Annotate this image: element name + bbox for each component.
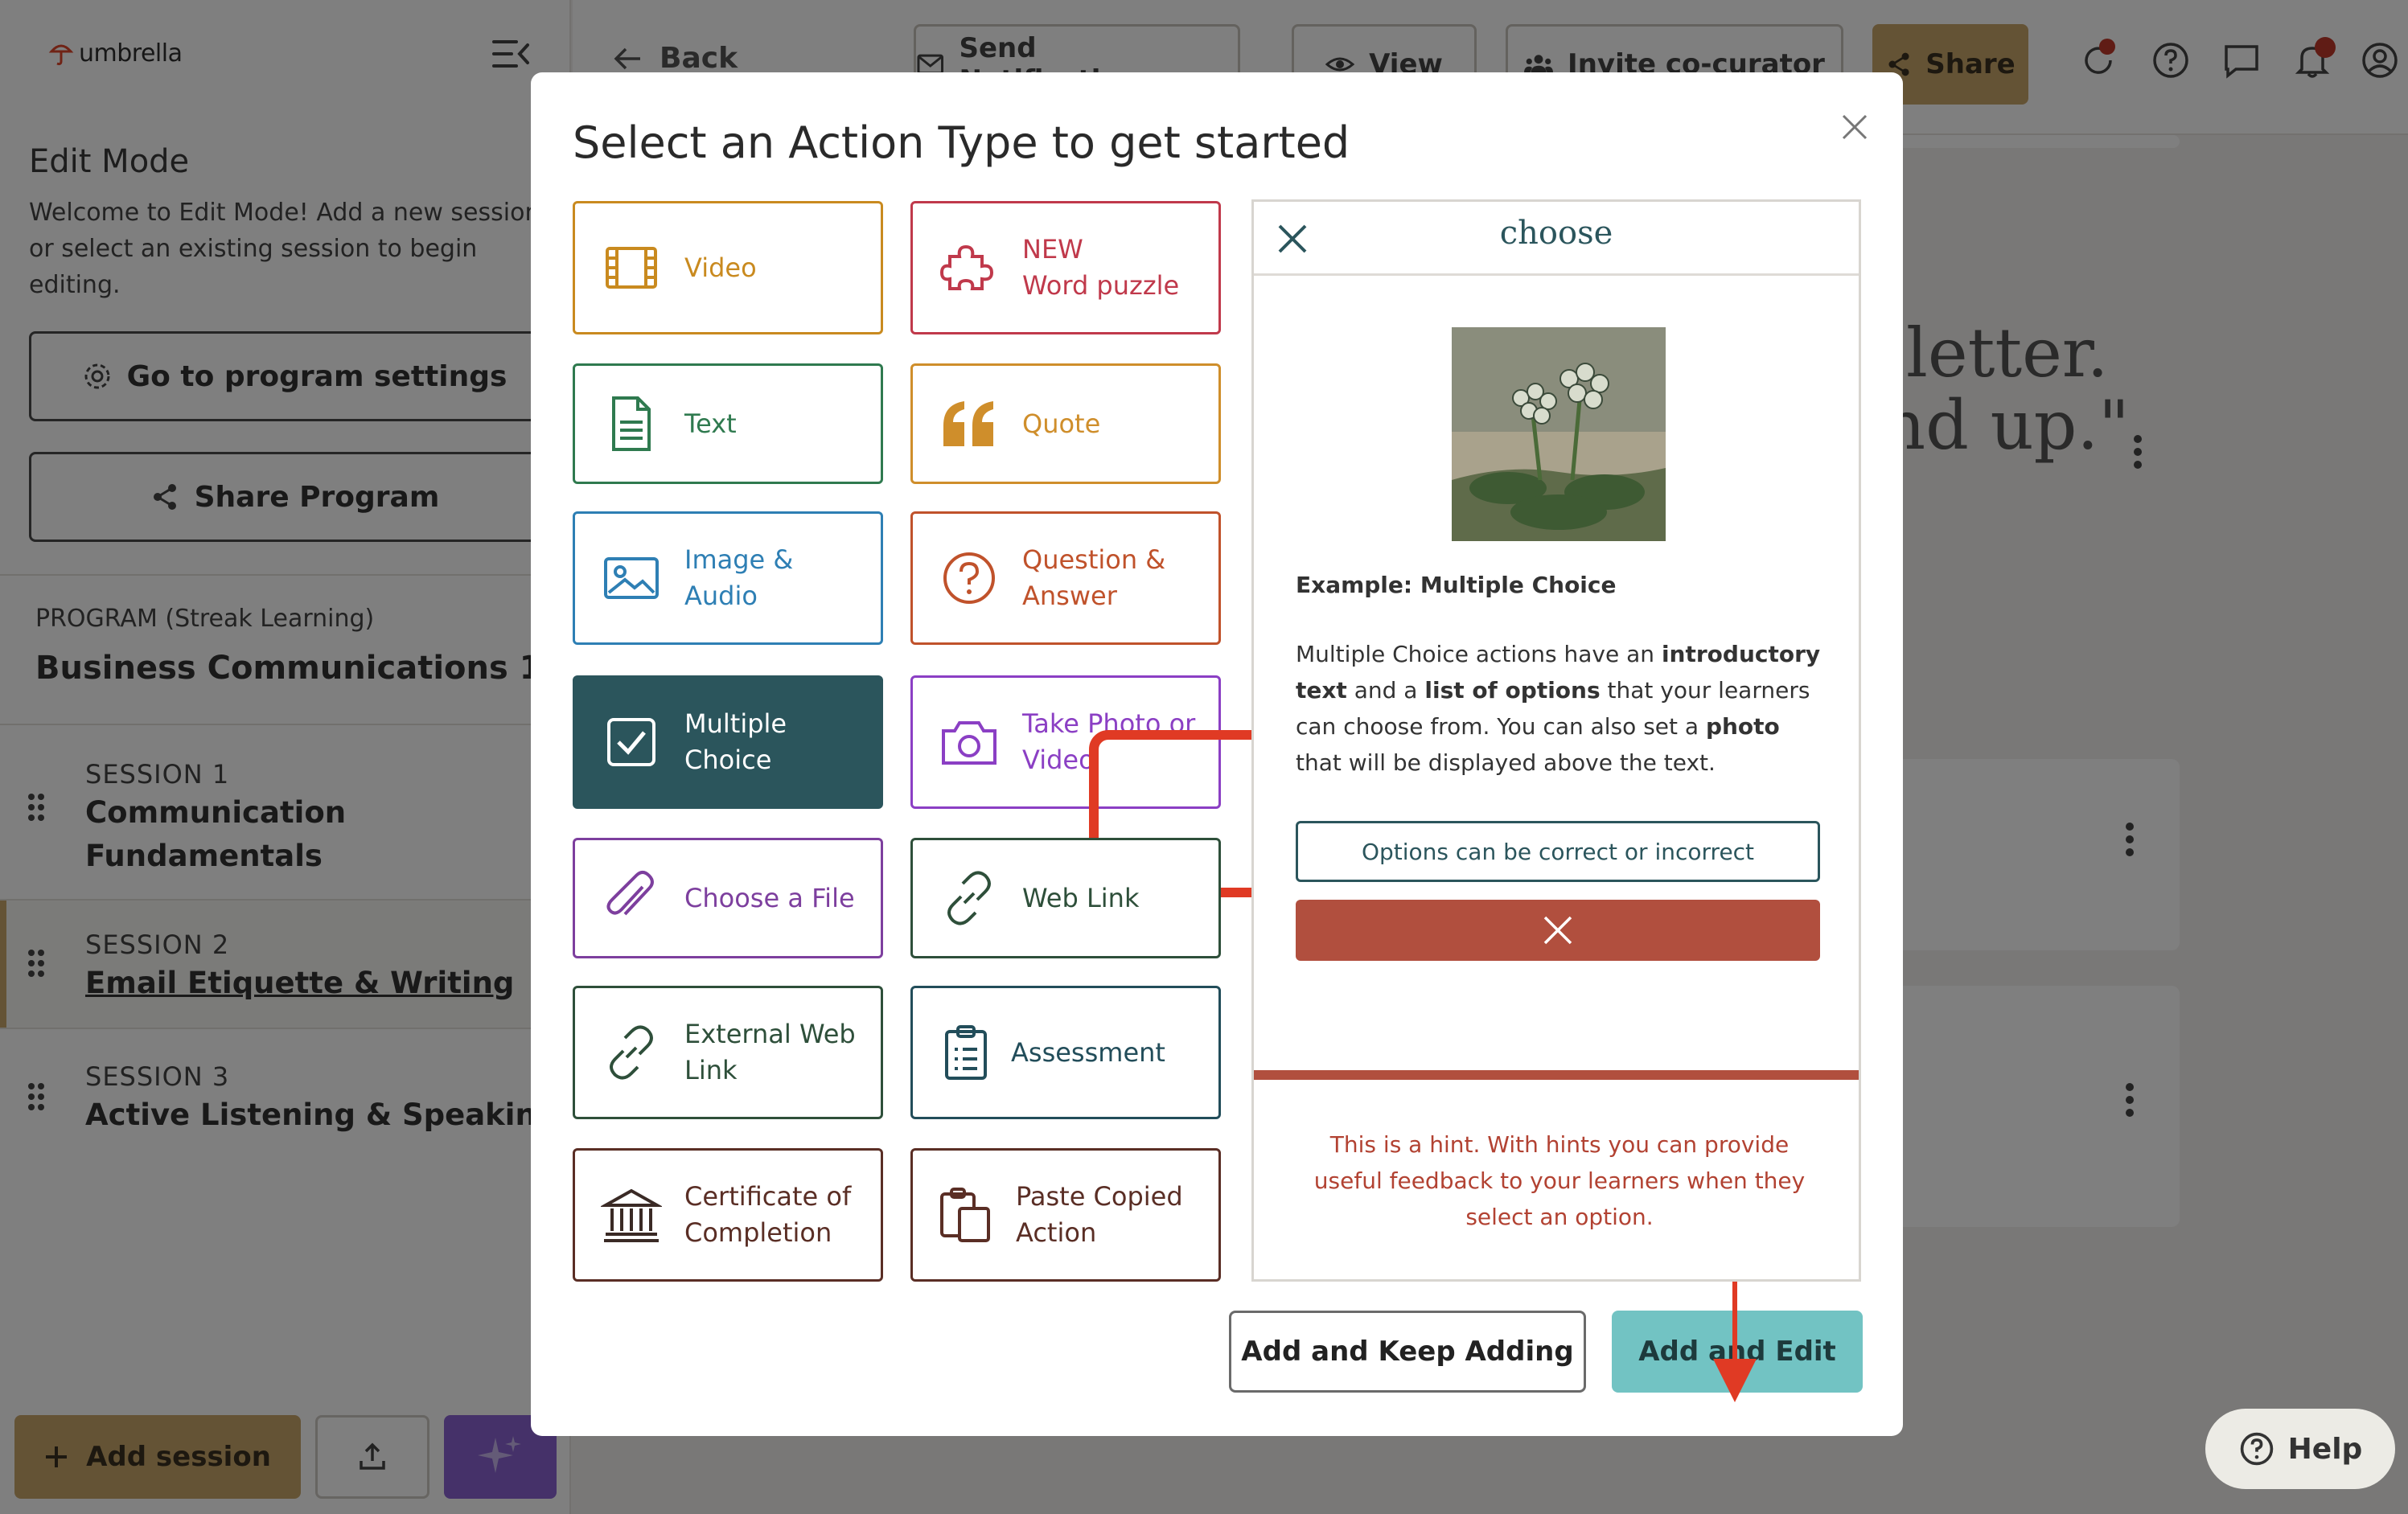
- preview-hint-text: This is a hint. With hints you can provi…: [1313, 1131, 1806, 1230]
- preview-hint-bar: [1254, 1070, 1859, 1080]
- preview-option-incorrect: [1296, 900, 1820, 961]
- preview-brand: choose: [1499, 215, 1613, 252]
- tile-label: Web Link: [1022, 882, 1140, 913]
- tile-label: Certificate of Completion: [684, 1181, 852, 1248]
- external-link-icon: [610, 1025, 653, 1080]
- link-icon: [947, 871, 991, 925]
- tile-external-web-link[interactable]: External Web Link: [573, 986, 883, 1119]
- action-type-modal: Select an Action Type to get started Vid…: [531, 72, 1903, 1436]
- paperclip-icon: [606, 871, 654, 916]
- help-button[interactable]: Help: [2205, 1409, 2395, 1489]
- document-icon: [612, 396, 651, 451]
- help-label: Help: [2287, 1432, 2363, 1466]
- institution-icon: [601, 1188, 662, 1242]
- tile-image-audio[interactable]: Image & Audio: [573, 511, 883, 645]
- tile-choose-file[interactable]: Choose a File: [573, 838, 883, 958]
- tile-web-link[interactable]: Web Link: [910, 838, 1221, 958]
- tile-word-puzzle[interactable]: NEW Word puzzle: [910, 201, 1221, 334]
- preview-description: Multiple Choice actions have an introduc…: [1296, 641, 1821, 776]
- add-and-keep-adding-button[interactable]: Add and Keep Adding: [1229, 1311, 1586, 1393]
- puzzle-icon: [939, 244, 994, 290]
- tile-quote[interactable]: Quote: [910, 363, 1221, 484]
- tile-label: Multiple Choice: [684, 708, 787, 775]
- question-icon: [943, 552, 995, 604]
- image-icon: [604, 557, 659, 599]
- action-preview-panel: choose Example: Multiple Choice Multiple…: [1251, 199, 1861, 1282]
- camera-icon: [942, 721, 996, 765]
- tile-assessment[interactable]: Assessment: [910, 986, 1221, 1119]
- paste-icon: [940, 1188, 990, 1242]
- tile-label: Image & Audio: [684, 544, 794, 611]
- preview-header: choose: [1254, 202, 1859, 276]
- quote-icon: [943, 401, 993, 446]
- clipboard-icon: [945, 1025, 987, 1080]
- primrose-illustration: [1452, 327, 1666, 541]
- tile-multiple-choice[interactable]: Multiple Choice: [573, 675, 883, 809]
- tile-label: Video: [684, 252, 757, 283]
- checkbox-icon: [607, 718, 655, 766]
- tile-label: Choose a File: [684, 882, 855, 913]
- tile-video[interactable]: Video: [573, 201, 883, 334]
- tile-question-answer[interactable]: Question & Answer: [910, 511, 1221, 645]
- tile-label: External Web Link: [684, 1019, 856, 1085]
- preview-option-correct: Options can be correct or incorrect: [1296, 821, 1820, 882]
- tile-label: NEW Word puzzle: [1022, 234, 1180, 301]
- tile-text[interactable]: Text: [573, 363, 883, 484]
- close-icon[interactable]: [1839, 111, 1871, 143]
- help-circle-icon: [2240, 1432, 2273, 1466]
- modal-title: Select an Action Type to get started: [573, 117, 1350, 168]
- tile-label: Paste Copied Action: [1016, 1181, 1183, 1248]
- tile-label: Question & Answer: [1022, 544, 1166, 611]
- tile-label: Assessment: [1011, 1036, 1165, 1068]
- x-icon: [1543, 916, 1572, 945]
- tile-label: Quote: [1022, 408, 1101, 439]
- tile-label: Text: [684, 408, 737, 439]
- arrow-down-icon: [1713, 1282, 1757, 1402]
- film-icon: [606, 247, 657, 289]
- tile-certificate-completion[interactable]: Certificate of Completion: [573, 1148, 883, 1282]
- tile-paste-copied-action[interactable]: Paste Copied Action: [910, 1148, 1221, 1282]
- preview-example-title: Example: Multiple Choice: [1296, 572, 1617, 598]
